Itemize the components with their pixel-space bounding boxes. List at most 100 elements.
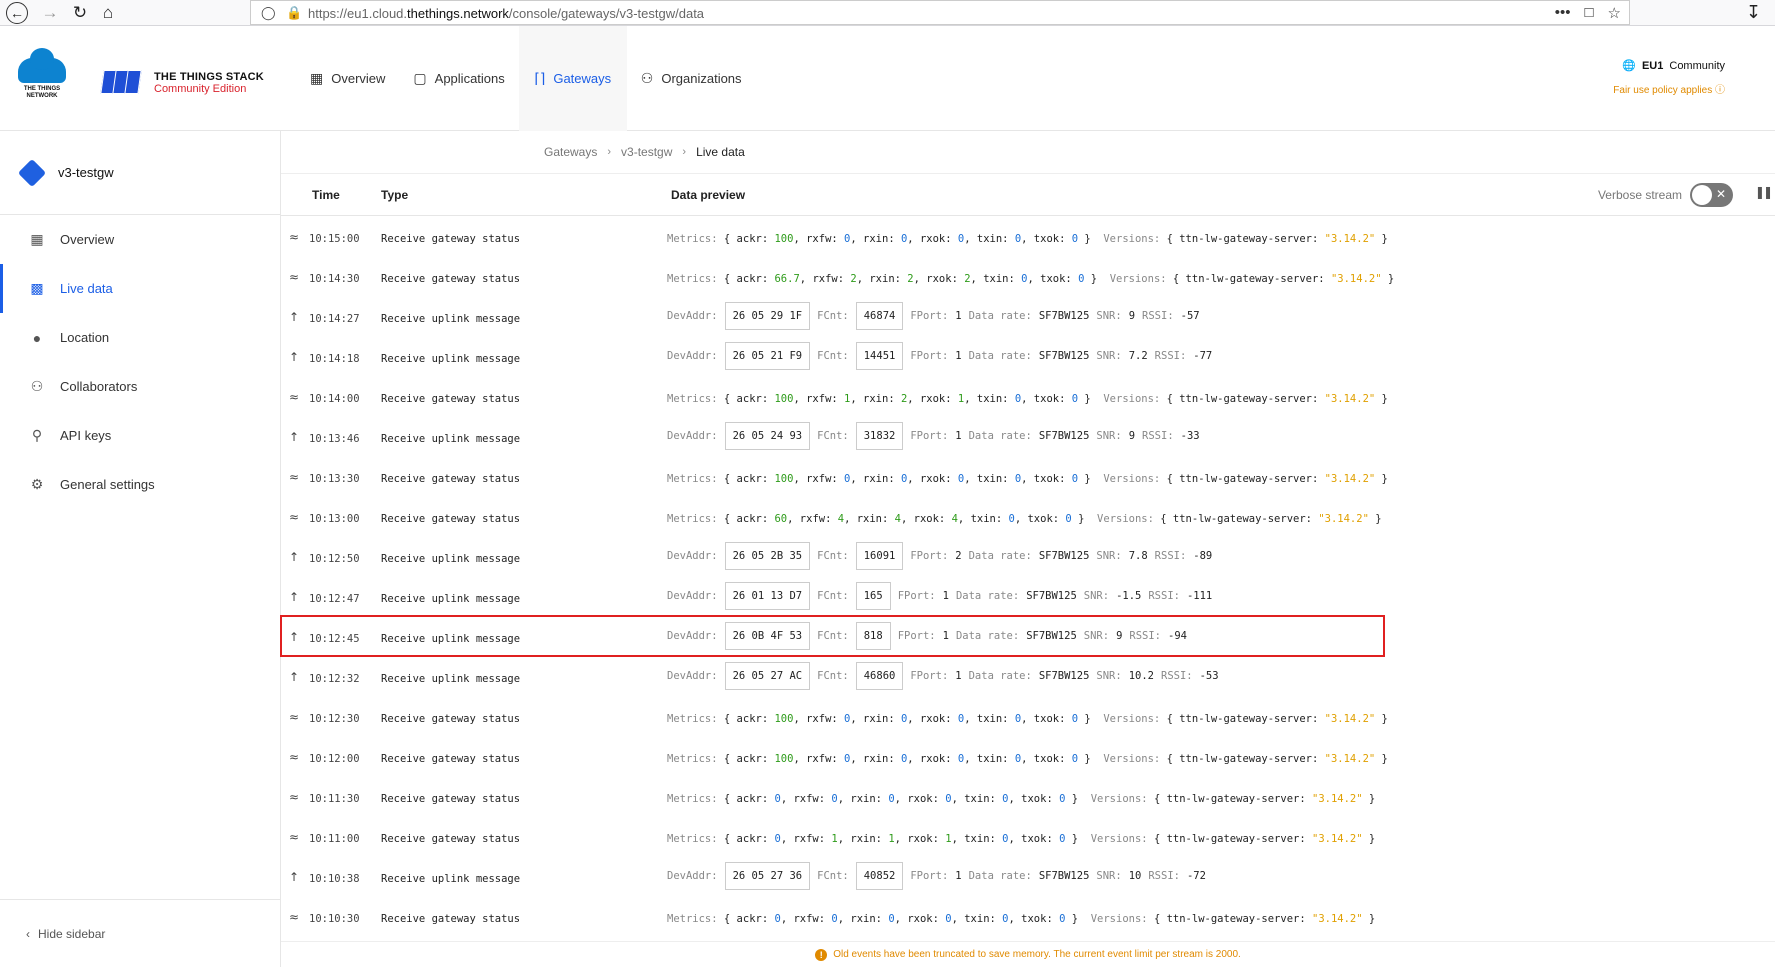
gateway-icon: ⌈⌉ [534, 70, 546, 86]
breadcrumb-live-data: Live data [696, 145, 745, 159]
star-icon[interactable]: ☆ [1608, 4, 1621, 22]
sidebar-item-general-settings[interactable]: ⚙ General settings [0, 460, 280, 509]
cloud-icon [18, 48, 66, 83]
table-row[interactable]: ≈10:10:30 Receive gateway status Metrics: … [281, 897, 1775, 937]
event-time: 10:12:32 [309, 673, 360, 685]
url-text: https://eu1.cloud.thethings.network/cons… [308, 6, 704, 21]
fcnt-value[interactable]: 165 [855, 582, 891, 610]
event-preview: Metrics: { ackr: 100, rxfw: 0, rxin: 0, … [667, 713, 1388, 725]
sidebar-item-api-keys[interactable]: ⚲ API keys [0, 411, 280, 460]
ttn-logo-text-2: NETWORK [26, 93, 58, 99]
event-time: 10:12:47 [309, 593, 360, 605]
sidebar-item-overview[interactable]: ▦ Overview [0, 215, 280, 264]
table-row[interactable]: ≈10:11:00 Receive gateway status Metrics: … [281, 817, 1775, 857]
pocket-icon[interactable]: □ [1584, 4, 1593, 22]
event-type: Receive gateway status [381, 753, 521, 765]
grid-icon: ▦ [310, 70, 324, 86]
fair-use-link[interactable]: Fair use policy applies ⓘ [1613, 81, 1725, 96]
event-time: 10:13:46 [309, 433, 360, 445]
table-row[interactable]: ≈10:12:30 Receive gateway status Metrics: … [281, 697, 1775, 737]
fcnt-value[interactable]: 40852 [855, 862, 904, 890]
table-row[interactable]: ↑ 10:13:46 Receive uplink message DevAddr: 2… [281, 417, 1775, 457]
shield-icon[interactable]: ◯ [261, 5, 276, 21]
uplink-arrow-icon: ↑ [289, 670, 300, 684]
breadcrumb-gateways[interactable]: Gateways [544, 145, 597, 159]
devaddr-value[interactable]: 26 05 21 F9 [724, 342, 811, 370]
reload-icon[interactable]: ↻ [68, 2, 92, 24]
table-row[interactable]: ↑ 10:14:27 Receive uplink message DevAddr: 2… [281, 297, 1775, 337]
breadcrumb-gateway[interactable]: v3-testgw [621, 145, 672, 159]
table-row[interactable]: ≈10:15:00 Receive gateway status Metrics: … [281, 217, 1775, 257]
table-row[interactable]: ≈10:12:00 Receive gateway status Metrics: … [281, 737, 1775, 777]
event-time: 10:12:00 [309, 753, 360, 765]
table-row[interactable]: ≈10:14:30 Receive gateway status Metrics: … [281, 257, 1775, 297]
table-row[interactable]: ↑ 10:10:38 Receive uplink message DevAddr: 2… [281, 857, 1775, 897]
event-time: 10:10:38 [309, 873, 360, 885]
region-tier: Community [1669, 59, 1725, 72]
devaddr-value[interactable]: 26 05 27 36 [724, 862, 811, 890]
fcnt-value[interactable]: 46874 [855, 302, 904, 330]
devaddr-value[interactable]: 26 0B 4F 53 [724, 622, 811, 650]
table-row[interactable]: ↑ 10:12:32 Receive uplink message DevAddr: 2… [281, 657, 1775, 697]
pause-icon[interactable]: ❚❚ [1755, 185, 1773, 199]
event-type: Receive gateway status [381, 393, 521, 405]
tab-applications[interactable]: ▢ Applications [399, 26, 518, 131]
event-time: 10:11:30 [309, 793, 360, 805]
tab-overview[interactable]: ▦ Overview [296, 26, 399, 131]
sidebar: v3-testgw ▦ Overview ▩ Live data ● Location… [0, 131, 281, 967]
stack-logo[interactable]: THE THINGS STACK Community Edition [100, 70, 264, 96]
fcnt-value[interactable]: 16091 [855, 542, 904, 570]
event-preview: DevAddr: 26 05 24 93 FCnt: 31832 FPort: 1 Data… [667, 422, 1200, 450]
forward-arrow-icon[interactable]: → [38, 2, 62, 24]
fcnt-value[interactable]: 818 [855, 622, 891, 650]
home-icon[interactable]: ⌂ [96, 2, 120, 24]
address-bar[interactable]: ◯ 🔒 https://eu1.cloud.thethings.network/… [250, 0, 1630, 25]
table-row[interactable]: ≈10:14:00 Receive gateway status Metrics: … [281, 377, 1775, 417]
fcnt-value[interactable]: 14451 [855, 342, 904, 370]
event-preview: DevAddr: 26 0B 4F 53 FCnt: 818 FPort: 1 Data r… [667, 622, 1187, 650]
fcnt-value[interactable]: 31832 [855, 422, 904, 450]
devaddr-value[interactable]: 26 05 27 AC [724, 662, 811, 690]
hide-sidebar-button[interactable]: ‹ Hide sidebar [0, 899, 281, 967]
gateway-signal-icon: ≈ [289, 750, 300, 764]
tab-gateways[interactable]: ⌈⌉ Gateways [518, 26, 627, 131]
table-row[interactable]: ↑ 10:12:50 Receive uplink message DevAddr: 2… [281, 537, 1775, 577]
uplink-arrow-icon: ↑ [289, 590, 300, 604]
ttn-logo[interactable]: THE THINGS NETWORK [18, 48, 66, 103]
devaddr-value[interactable]: 26 01 13 D7 [724, 582, 811, 610]
table-row[interactable]: ↑ 10:12:47 Receive uplink message DevAddr: 2… [281, 577, 1775, 617]
verbose-stream-toggle[interactable]: ✕ [1690, 183, 1733, 207]
event-preview: DevAddr: 26 01 13 D7 FCnt: 165 FPort: 1 Data r… [667, 582, 1212, 610]
stack-subtitle: Community Edition [154, 83, 247, 95]
gateway-signal-icon: ≈ [289, 510, 300, 524]
tab-organizations[interactable]: ⚇ Organizations [627, 26, 756, 131]
event-preview: Metrics: { ackr: 60, rxfw: 4, rxin: 4, r… [667, 513, 1382, 525]
table-row[interactable]: ↑ 10:12:45 Receive uplink message DevAddr: 2… [281, 617, 1775, 657]
people-icon: ⚇ [640, 70, 654, 86]
sidebar-item-location[interactable]: ● Location [0, 313, 280, 362]
event-time: 10:14:30 [309, 273, 360, 285]
lock-icon[interactable]: 🔒 [286, 5, 302, 21]
sidebar-item-live-data[interactable]: ▩ Live data [0, 264, 280, 313]
sidebar-item-collaborators[interactable]: ⚇ Collaborators [0, 362, 280, 411]
back-arrow-icon[interactable]: ← [6, 2, 28, 24]
event-preview: DevAddr: 26 05 2B 35 FCnt: 16091 FPort: 2 Data… [667, 542, 1212, 570]
stack-mark-icon [100, 70, 146, 96]
table-row[interactable]: ≈10:13:00 Receive gateway status Metrics: … [281, 497, 1775, 537]
table-row[interactable]: ≈10:13:30 Receive gateway status Metrics: … [281, 457, 1775, 497]
location-pin-icon: ● [32, 329, 42, 346]
fcnt-value[interactable]: 46860 [855, 662, 904, 690]
uplink-arrow-icon: ↑ [289, 550, 300, 564]
verbose-stream-label: Verbose stream [1597, 188, 1682, 202]
event-type: Receive uplink message [381, 433, 521, 445]
download-icon[interactable]: ↧ [1746, 2, 1761, 23]
more-icon[interactable]: ••• [1555, 4, 1571, 22]
table-row[interactable]: ≈10:11:30 Receive gateway status Metrics: … [281, 777, 1775, 817]
event-preview: Metrics: { ackr: 0, rxfw: 0, rxin: 0, rx… [667, 913, 1376, 925]
devaddr-value[interactable]: 26 05 2B 35 [724, 542, 811, 570]
devaddr-value[interactable]: 26 05 29 1F [724, 302, 811, 330]
devaddr-value[interactable]: 26 05 24 93 [724, 422, 811, 450]
url-prefix: https://eu1.cloud. [308, 6, 408, 21]
sidebar-item-label: General settings [60, 477, 155, 492]
table-row[interactable]: ↑ 10:14:18 Receive uplink message DevAddr: 2… [281, 337, 1775, 377]
